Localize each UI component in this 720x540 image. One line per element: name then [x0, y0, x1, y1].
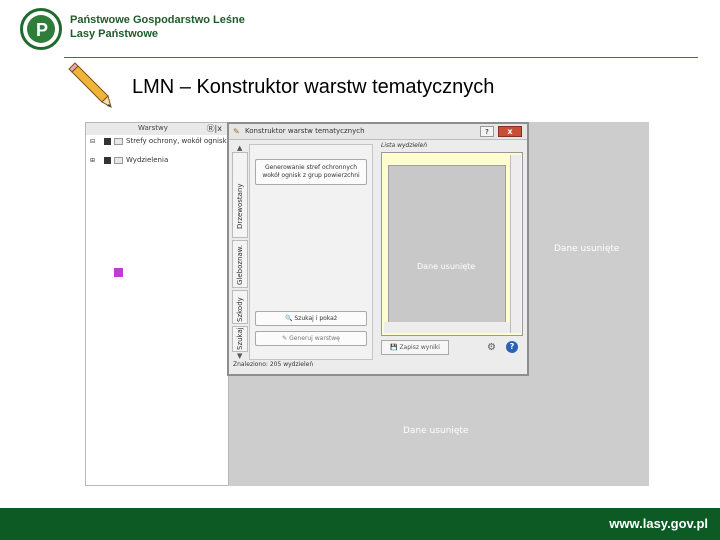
- layer-color-swatch: [114, 268, 123, 277]
- logo-letter: P: [36, 20, 49, 40]
- layer-item[interactable]: ⊞ Wydzielenia: [90, 156, 226, 168]
- folder-icon: [114, 156, 123, 164]
- pencil-small-icon: ✎: [233, 127, 240, 136]
- tab-szukaj[interactable]: Szukaj: [232, 326, 248, 352]
- layer-checkbox[interactable]: [104, 137, 111, 145]
- expand-icon[interactable]: ⊞: [90, 157, 104, 164]
- vertical-tabs: ▲ Drzewostany Gleboznaw. Szkody Szukaj ▼: [232, 142, 248, 360]
- generate-zones-button[interactable]: Generowanie stref ochronnych wokół ognis…: [255, 159, 367, 185]
- vertical-scrollbar[interactable]: [510, 155, 521, 333]
- tab-szkody[interactable]: Szkody: [232, 290, 248, 324]
- data-removed-right: Dane usunięte: [554, 244, 620, 254]
- list-label: Lista wydzieleń: [381, 142, 428, 149]
- dialog-title: Konstruktor warstw tematycznych: [245, 127, 365, 135]
- tab-drzewostany[interactable]: Drzewostany: [232, 152, 248, 238]
- org-name-line1: Państwowe Gospodarstwo Leśne: [70, 14, 245, 26]
- layer-builder-dialog: ✎ Konstruktor warstw tematycznych ? x ▲ …: [227, 122, 529, 376]
- search-show-button[interactable]: 🔍 Szukaj i pokaż: [255, 311, 367, 326]
- tab-scroll-up-icon[interactable]: ▲: [237, 144, 242, 152]
- slide-title: LMN – Konstruktor warstw tematycznych: [132, 76, 495, 98]
- layers-panel-controls[interactable]: Ⓡ|x: [207, 123, 222, 134]
- layers-panel: Warstwy Ⓡ|x ⊟ Strefy ochrony, wokół ognis…: [85, 122, 229, 486]
- lasy-panstwowe-logo: P: [20, 8, 62, 50]
- status-text: Znaleziono: 205 wydzieleń: [233, 361, 314, 368]
- layers-panel-title: Warstwy: [138, 124, 168, 132]
- close-button[interactable]: x: [498, 126, 522, 137]
- header-divider: [64, 57, 698, 58]
- right-pane: Lista wydzieleń Dane usunięte: [379, 142, 523, 338]
- layer-label: Strefy ochrony, wokół ognisk: [126, 137, 227, 145]
- left-pane: Generowanie stref ochronnych wokół ognis…: [249, 144, 373, 360]
- data-removed-list: Dane usunięte: [417, 262, 476, 271]
- data-removed-bottom: Dane usunięte: [403, 426, 469, 436]
- pencil-icon: [68, 62, 112, 109]
- slide: P Państwowe Gospodarstwo Leśne Lasy Pańs…: [0, 0, 720, 540]
- generate-layer-button[interactable]: ✎ Generuj warstwę: [255, 331, 367, 346]
- layer-checkbox[interactable]: [104, 156, 111, 164]
- footer-bar: www.lasy.gov.pl: [0, 508, 720, 540]
- help-icon[interactable]: ?: [506, 341, 518, 353]
- search-show-label: Szukaj i pokaż: [294, 315, 338, 322]
- horizontal-scrollbar[interactable]: [384, 322, 510, 333]
- save-results-button[interactable]: 💾 Zapisz wyniki: [381, 340, 449, 355]
- layer-item[interactable]: ⊟ Strefy ochrony, wokół ognisk: [90, 137, 227, 149]
- logo-inner-circle: P: [27, 15, 55, 43]
- help-button[interactable]: ?: [480, 126, 494, 137]
- save-results-label: Zapisz wyniki: [399, 344, 440, 351]
- expand-icon[interactable]: ⊟: [90, 138, 104, 145]
- layers-panel-header: Warstwy Ⓡ|x: [86, 123, 228, 135]
- org-name-line2: Lasy Państwowe: [70, 28, 159, 40]
- gear-icon[interactable]: ⚙: [487, 342, 496, 353]
- layer-label: Wydzielenia: [126, 156, 169, 164]
- tab-scroll-down-icon[interactable]: ▼: [237, 352, 242, 360]
- tab-gleboznawstwo[interactable]: Gleboznaw.: [232, 240, 248, 288]
- dialog-titlebar[interactable]: ✎ Konstruktor warstw tematycznych ? x: [229, 124, 527, 140]
- footer-url[interactable]: www.lasy.gov.pl: [609, 516, 708, 531]
- units-list[interactable]: Dane usunięte: [381, 152, 523, 336]
- folder-icon: [114, 137, 123, 145]
- list-content: Dane usunięte: [388, 165, 506, 333]
- generate-layer-label: Generuj warstwę: [289, 335, 340, 342]
